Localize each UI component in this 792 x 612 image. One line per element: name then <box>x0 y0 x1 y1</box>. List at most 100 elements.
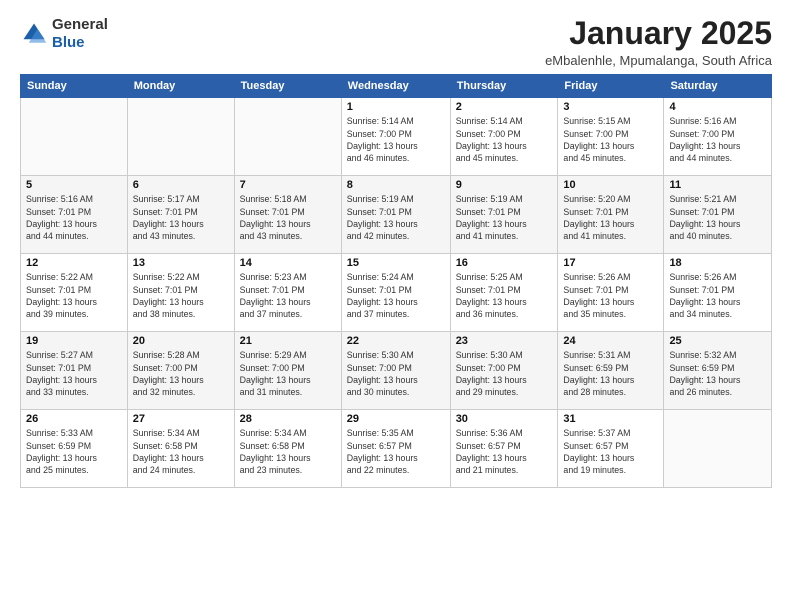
day-info: Sunrise: 5:22 AM Sunset: 7:01 PM Dayligh… <box>133 271 229 320</box>
table-cell: 13 Sunrise: 5:22 AM Sunset: 7:01 PM Dayli… <box>127 254 234 332</box>
day-info: Sunrise: 5:21 AM Sunset: 7:01 PM Dayligh… <box>669 193 766 242</box>
day-info: Sunrise: 5:35 AM Sunset: 6:57 PM Dayligh… <box>347 427 445 476</box>
table-cell: 10 Sunrise: 5:20 AM Sunset: 7:01 PM Dayli… <box>558 176 664 254</box>
logo-blue-text: Blue <box>52 34 85 51</box>
day-number: 11 <box>669 179 766 191</box>
table-cell: 22Sunrise: 5:30 AM Sunset: 7:00 PM Dayli… <box>341 332 450 410</box>
day-info: Sunrise: 5:30 AM Sunset: 7:00 PM Dayligh… <box>456 349 553 398</box>
calendar-page: General Blue January 2025 eMbalenhle, Mp… <box>0 0 792 612</box>
day-number: 4 <box>669 101 766 113</box>
table-cell: 19Sunrise: 5:27 AM Sunset: 7:01 PM Dayli… <box>21 332 128 410</box>
day-number: 25 <box>669 335 766 347</box>
table-cell: 2 Sunrise: 5:14 AM Sunset: 7:00 PM Daylig… <box>450 98 558 176</box>
table-cell: 28 Sunrise: 5:34 AM Sunset: 6:58 PM Dayli… <box>234 410 341 488</box>
table-cell: 5 Sunrise: 5:16 AM Sunset: 7:01 PM Daylig… <box>21 176 128 254</box>
day-info: Sunrise: 5:15 AM Sunset: 7:00 PM Dayligh… <box>563 115 658 164</box>
day-info: Sunrise: 5:33 AM Sunset: 6:59 PM Dayligh… <box>26 427 122 476</box>
table-cell: 29 Sunrise: 5:35 AM Sunset: 6:57 PM Dayli… <box>341 410 450 488</box>
day-info: Sunrise: 5:25 AM Sunset: 7:01 PM Dayligh… <box>456 271 553 320</box>
logo: General Blue <box>20 16 108 52</box>
day-number: 13 <box>133 257 229 269</box>
calendar-title: January 2025 <box>545 16 772 51</box>
day-info: Sunrise: 5:26 AM Sunset: 7:01 PM Dayligh… <box>563 271 658 320</box>
day-number: 24 <box>563 335 658 347</box>
day-number: 12 <box>26 257 122 269</box>
table-row: 26 Sunrise: 5:33 AM Sunset: 6:59 PM Dayli… <box>21 410 772 488</box>
table-cell: 17 Sunrise: 5:26 AM Sunset: 7:01 PM Dayli… <box>558 254 664 332</box>
title-block: January 2025 eMbalenhle, Mpumalanga, Sou… <box>545 16 772 68</box>
table-cell: 9 Sunrise: 5:19 AM Sunset: 7:01 PM Daylig… <box>450 176 558 254</box>
table-cell: 12 Sunrise: 5:22 AM Sunset: 7:01 PM Dayli… <box>21 254 128 332</box>
day-info: Sunrise: 5:14 AM Sunset: 7:00 PM Dayligh… <box>347 115 445 164</box>
table-cell: 16 Sunrise: 5:25 AM Sunset: 7:01 PM Dayli… <box>450 254 558 332</box>
day-number: 27 <box>133 413 229 425</box>
day-number: 9 <box>456 179 553 191</box>
day-number: 20 <box>133 335 229 347</box>
day-info: Sunrise: 5:23 AM Sunset: 7:01 PM Dayligh… <box>240 271 336 320</box>
day-info: Sunrise: 5:16 AM Sunset: 7:01 PM Dayligh… <box>26 193 122 242</box>
table-cell <box>234 98 341 176</box>
table-cell: 27 Sunrise: 5:34 AM Sunset: 6:58 PM Dayli… <box>127 410 234 488</box>
day-number: 5 <box>26 179 122 191</box>
day-info: Sunrise: 5:22 AM Sunset: 7:01 PM Dayligh… <box>26 271 122 320</box>
day-info: Sunrise: 5:19 AM Sunset: 7:01 PM Dayligh… <box>456 193 553 242</box>
day-number: 28 <box>240 413 336 425</box>
day-number: 15 <box>347 257 445 269</box>
day-number: 31 <box>563 413 658 425</box>
col-monday: Monday <box>127 75 234 98</box>
table-cell: 31 Sunrise: 5:37 AM Sunset: 6:57 PM Dayli… <box>558 410 664 488</box>
day-info: Sunrise: 5:28 AM Sunset: 7:00 PM Dayligh… <box>133 349 229 398</box>
table-cell: 6 Sunrise: 5:17 AM Sunset: 7:01 PM Daylig… <box>127 176 234 254</box>
day-number: 19 <box>26 335 122 347</box>
day-number: 10 <box>563 179 658 191</box>
table-cell: 11 Sunrise: 5:21 AM Sunset: 7:01 PM Dayli… <box>664 176 772 254</box>
col-friday: Friday <box>558 75 664 98</box>
table-cell: 21Sunrise: 5:29 AM Sunset: 7:00 PM Dayli… <box>234 332 341 410</box>
day-info: Sunrise: 5:17 AM Sunset: 7:01 PM Dayligh… <box>133 193 229 242</box>
table-cell: 23 Sunrise: 5:30 AM Sunset: 7:00 PM Dayli… <box>450 332 558 410</box>
day-number: 30 <box>456 413 553 425</box>
table-row: 12 Sunrise: 5:22 AM Sunset: 7:01 PM Dayli… <box>21 254 772 332</box>
day-info: Sunrise: 5:26 AM Sunset: 7:01 PM Dayligh… <box>669 271 766 320</box>
day-number: 2 <box>456 101 553 113</box>
day-number: 26 <box>26 413 122 425</box>
table-cell: 24 Sunrise: 5:31 AM Sunset: 6:59 PM Dayli… <box>558 332 664 410</box>
day-number: 23 <box>456 335 553 347</box>
logo-icon <box>20 20 48 48</box>
calendar-subtitle: eMbalenhle, Mpumalanga, South Africa <box>545 53 772 68</box>
day-number: 17 <box>563 257 658 269</box>
day-info: Sunrise: 5:30 AM Sunset: 7:00 PM Dayligh… <box>347 349 445 398</box>
header-row: Sunday Monday Tuesday Wednesday Thursday… <box>21 75 772 98</box>
day-number: 29 <box>347 413 445 425</box>
table-cell: 14Sunrise: 5:23 AM Sunset: 7:01 PM Dayli… <box>234 254 341 332</box>
day-info: Sunrise: 5:20 AM Sunset: 7:01 PM Dayligh… <box>563 193 658 242</box>
day-number: 6 <box>133 179 229 191</box>
day-number: 3 <box>563 101 658 113</box>
table-cell: 25Sunrise: 5:32 AM Sunset: 6:59 PM Dayli… <box>664 332 772 410</box>
table-cell: 1Sunrise: 5:14 AM Sunset: 7:00 PM Daylig… <box>341 98 450 176</box>
table-cell <box>127 98 234 176</box>
col-saturday: Saturday <box>664 75 772 98</box>
col-sunday: Sunday <box>21 75 128 98</box>
day-info: Sunrise: 5:18 AM Sunset: 7:01 PM Dayligh… <box>240 193 336 242</box>
table-row: 1Sunrise: 5:14 AM Sunset: 7:00 PM Daylig… <box>21 98 772 176</box>
day-info: Sunrise: 5:34 AM Sunset: 6:58 PM Dayligh… <box>133 427 229 476</box>
day-info: Sunrise: 5:37 AM Sunset: 6:57 PM Dayligh… <box>563 427 658 476</box>
day-info: Sunrise: 5:14 AM Sunset: 7:00 PM Dayligh… <box>456 115 553 164</box>
day-number: 18 <box>669 257 766 269</box>
table-cell: 15 Sunrise: 5:24 AM Sunset: 7:01 PM Dayli… <box>341 254 450 332</box>
day-info: Sunrise: 5:31 AM Sunset: 6:59 PM Dayligh… <box>563 349 658 398</box>
table-row: 19Sunrise: 5:27 AM Sunset: 7:01 PM Dayli… <box>21 332 772 410</box>
day-info: Sunrise: 5:34 AM Sunset: 6:58 PM Dayligh… <box>240 427 336 476</box>
col-tuesday: Tuesday <box>234 75 341 98</box>
day-number: 8 <box>347 179 445 191</box>
table-cell: 7Sunrise: 5:18 AM Sunset: 7:01 PM Daylig… <box>234 176 341 254</box>
calendar-table: Sunday Monday Tuesday Wednesday Thursday… <box>20 74 772 488</box>
day-number: 16 <box>456 257 553 269</box>
day-info: Sunrise: 5:16 AM Sunset: 7:00 PM Dayligh… <box>669 115 766 164</box>
logo-general-text: General <box>52 16 108 33</box>
day-info: Sunrise: 5:19 AM Sunset: 7:01 PM Dayligh… <box>347 193 445 242</box>
table-cell <box>21 98 128 176</box>
day-info: Sunrise: 5:24 AM Sunset: 7:01 PM Dayligh… <box>347 271 445 320</box>
day-info: Sunrise: 5:29 AM Sunset: 7:00 PM Dayligh… <box>240 349 336 398</box>
